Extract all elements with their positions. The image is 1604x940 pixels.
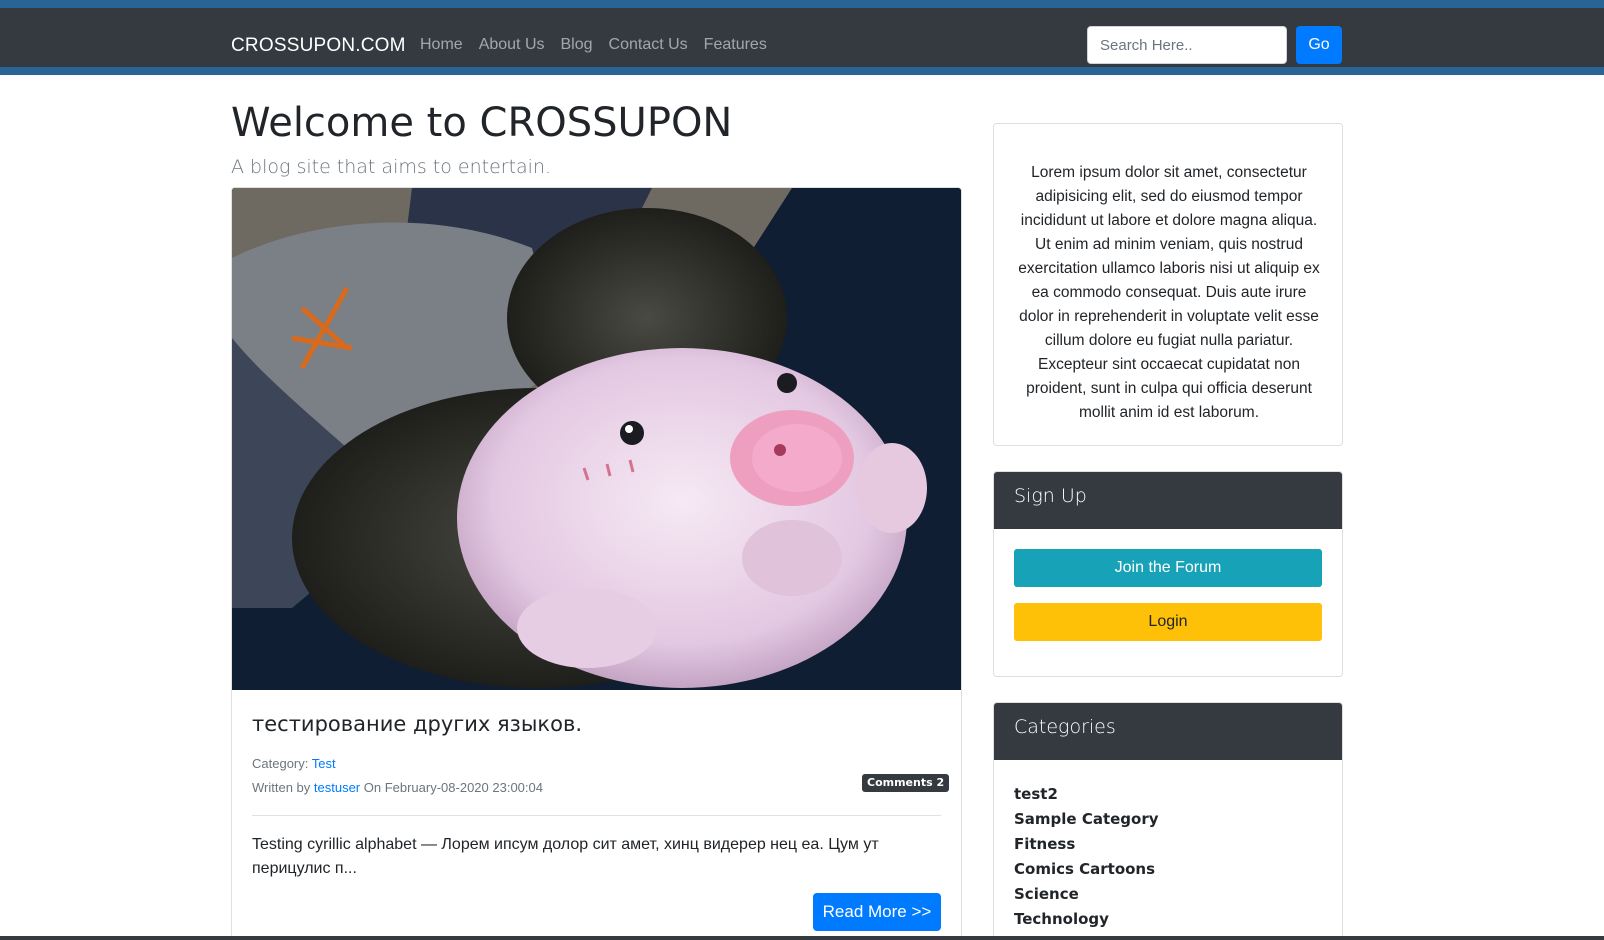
categories-card: Categories test2 Sample Category Fitness…	[993, 702, 1343, 940]
bottom-bar	[0, 936, 1604, 940]
page-title: Welcome to CROSSUPON	[231, 100, 733, 146]
brand-logo[interactable]: CROSSUPON.COM	[231, 35, 406, 57]
login-button[interactable]: Login	[1014, 603, 1322, 641]
plush-pig-photo	[232, 188, 961, 690]
navbar: CROSSUPON.COM Home About Us Blog Contact…	[0, 0, 1604, 75]
post-date: On February-08-2020 23:00:04	[360, 780, 543, 795]
category-item-science[interactable]: Science	[1014, 882, 1322, 907]
post-author-line: Written by testuser On February-08-2020 …	[252, 780, 543, 795]
signup-card: Sign Up Join the Forum Login	[993, 471, 1343, 677]
nav-links: Home About Us Blog Contact Us Features	[420, 36, 783, 54]
page-subtitle: A blog site that aims to entertain.	[231, 156, 552, 178]
post-excerpt: Testing cyrillic alphabet — Лорем ипсум …	[252, 836, 879, 877]
category-item-sample-category[interactable]: Sample Category	[1014, 807, 1322, 832]
category-item-technology[interactable]: Technology	[1014, 907, 1322, 932]
nav-features[interactable]: Features	[704, 36, 767, 54]
join-forum-button[interactable]: Join the Forum	[1014, 549, 1322, 587]
nav-about-us[interactable]: About Us	[479, 36, 545, 54]
post-title[interactable]: тестирование других языков.	[252, 712, 582, 736]
category-list: test2 Sample Category Fitness Comics Car…	[994, 760, 1342, 932]
post-card: тестирование других языков. Category: Te…	[231, 187, 962, 940]
category-item-test2[interactable]: test2	[1014, 782, 1322, 807]
nav-blog[interactable]: Blog	[561, 36, 593, 54]
post-category: Category: Test	[252, 756, 336, 771]
author-link[interactable]: testuser	[314, 780, 360, 795]
post-image[interactable]	[232, 188, 961, 690]
divider	[252, 815, 941, 816]
categories-header: Categories	[994, 703, 1342, 760]
search-input[interactable]	[1087, 26, 1287, 64]
category-item-fitness[interactable]: Fitness	[1014, 832, 1322, 857]
about-card: Lorem ipsum dolor sit amet, consectetur …	[993, 123, 1343, 446]
written-by-label: Written by	[252, 780, 314, 795]
category-item-comics-cartoons[interactable]: Comics Cartoons	[1014, 857, 1322, 882]
signup-header: Sign Up	[994, 472, 1342, 529]
nav-home[interactable]: Home	[420, 36, 463, 54]
about-text: Lorem ipsum dolor sit amet, consectetur …	[1018, 164, 1320, 421]
nav-contact-us[interactable]: Contact Us	[609, 36, 688, 54]
category-link[interactable]: Test	[312, 756, 336, 771]
read-more-button[interactable]: Read More >>	[813, 893, 941, 931]
go-button[interactable]: Go	[1296, 26, 1342, 64]
comments-badge: Comments 2	[862, 774, 950, 792]
category-label: Category:	[252, 756, 312, 771]
